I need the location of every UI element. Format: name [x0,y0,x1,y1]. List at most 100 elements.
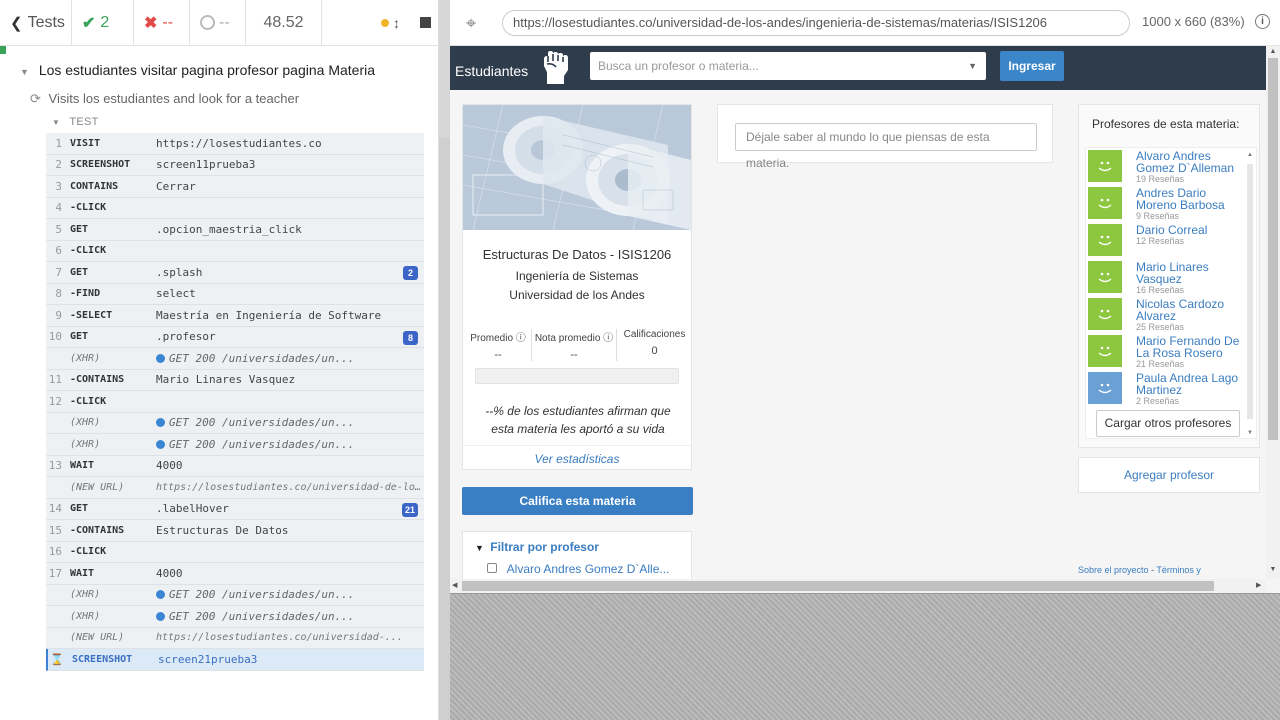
command-row[interactable]: 2 SCREENSHOT screen11prueba3 [46,154,424,176]
page-horizontal-scrollbar[interactable]: ◀ ▶ [450,579,1266,593]
avatar[interactable] [1088,261,1122,293]
scroll-left-icon[interactable]: ◀ [452,581,457,589]
command-row[interactable]: 15 -CONTAINS Estructuras De Datos [46,520,424,542]
command-number: 11 [48,373,62,387]
review-count: 2 Reseñas [1136,396,1180,406]
command-message: .splash [156,265,203,279]
review-count: 16 Reseñas [1136,285,1185,295]
filter-toggle[interactable]: ▼ Filtrar por profesor [475,540,599,554]
command-row[interactable]: 17 WAIT 4000 [46,563,424,585]
scrollbar-thumb[interactable] [462,581,1214,591]
load-more-professors-button[interactable]: Cargar otros profesores [1096,410,1240,437]
checkbox[interactable] [487,563,497,573]
stat-nota-promedio: Nota promedio ⓘ -- [531,329,617,361]
comment-input[interactable]: Déjale saber al mundo lo que piensas de … [735,123,1037,170]
command-row[interactable]: 8 -FIND select [46,283,424,305]
scrollbar-thumb[interactable] [1247,164,1253,419]
command-row[interactable]: 16 -CLICK [46,541,424,563]
scroll-right-icon[interactable]: ▶ [1256,581,1261,589]
site-brand[interactable]: Estudiantes [455,63,528,79]
stat-label: Calificaciones [623,329,686,340]
command-row[interactable]: ⌛ SCREENSHOT screen21prueba3 [46,649,424,671]
command-row[interactable]: 9 -SELECT Maestría en Ingeniería de Softwa… [46,305,424,327]
professor-name[interactable]: Paula Andrea Lago Martinez [1136,371,1238,397]
info-circle-icon[interactable]: ⓘ [603,333,613,344]
professor-name[interactable]: Alvaro Andres Gomez D`Alleman [1136,149,1234,175]
professors-card: Profesores de esta materia: Alvaro Andre… [1078,104,1260,448]
element-count-badge: 8 [403,330,418,345]
page-vertical-scrollbar[interactable]: ▲ ▼ [1266,46,1280,579]
stop-icon[interactable] [420,17,431,28]
command-row[interactable]: 5 GET .opcion_maestria_click [46,219,424,241]
professor-name[interactable]: Andres Dario Moreno Barbosa [1136,186,1225,212]
command-number: 13 [48,459,62,473]
command-row[interactable]: 13 WAIT 4000 [46,455,424,477]
command-message: Estructuras De Datos [156,523,289,537]
professor-name[interactable]: Mario Linares Vasquez [1136,260,1209,286]
suite-title[interactable]: ▼ Los estudiantes visitar pagina profeso… [20,62,375,78]
command-name: (XHR) [70,589,101,601]
command-row[interactable]: 6 -CLICK [46,240,424,262]
avatar[interactable] [1088,224,1122,256]
terms-link[interactable]: Términos y [1156,565,1201,575]
command-message: https://losestudiantes.co/universidad-..… [156,632,403,644]
about-link[interactable]: Sobre el proyecto [1078,565,1149,575]
test-title[interactable]: ⟳ Visits los estudiantes and look for a … [30,91,299,107]
fist-logo-icon[interactable] [538,50,572,86]
command-row[interactable]: (XHR) GET 200 /universidades/un... [46,348,424,370]
command-row[interactable]: 12 -CLICK [46,391,424,413]
reporter-scrollbar-thumb[interactable] [439,138,450,720]
command-row[interactable]: 11 -CONTAINS Mario Linares Vasquez [46,369,424,391]
avatar[interactable] [1088,187,1122,219]
avatar[interactable] [1088,150,1122,182]
aut-header: ⌖ https://losestudiantes.co/universidad-… [450,0,1280,46]
selector-playground-icon[interactable]: ⌖ [466,13,476,34]
login-button[interactable]: Ingresar [1000,51,1064,81]
pending-value: -- [219,13,230,31]
professor-name[interactable]: Mario Fernando De La Rosa Rosero [1136,334,1239,360]
info-icon[interactable]: i [1255,14,1270,29]
aut-url[interactable]: https://losestudiantes.co/universidad-de… [502,10,1130,36]
auto-scroll-toggle[interactable]: ↕ [381,15,400,31]
command-row[interactable]: (XHR) GET 200 /universidades/un... [46,606,424,628]
scroll-down-icon[interactable]: ▼ [1266,566,1280,573]
command-row[interactable]: 14 GET .labelHover 21 [46,498,424,520]
command-row[interactable]: (XHR) GET 200 /universidades/un... [46,412,424,434]
avatar[interactable] [1088,298,1122,330]
command-row[interactable]: 7 GET .splash 2 [46,262,424,284]
command-row[interactable]: 3 CONTAINS Cerrar [46,176,424,198]
tests-button[interactable]: ❮ Tests [0,0,72,46]
suite-title-text: Los estudiantes visitar pagina profesor … [38,62,376,78]
command-name: -CONTAINS [70,374,125,386]
command-row[interactable]: (XHR) GET 200 /universidades/un... [46,434,424,456]
professors-scrollbar[interactable]: ▲ ▼ [1246,152,1254,436]
panel-resizer[interactable] [439,0,450,720]
command-row[interactable]: (XHR) GET 200 /universidades/un... [46,584,424,606]
view-stats-link[interactable]: Ver estadísticas [463,445,691,466]
info-circle-icon[interactable]: ⓘ [516,333,526,344]
command-row[interactable]: (NEW URL) https://losestudiantes.co/unive… [46,477,424,499]
unused-viewport-area [450,593,1280,720]
scroll-up-icon[interactable]: ▲ [1266,48,1280,55]
scrollbar-thumb[interactable] [1268,58,1278,440]
filter-professor-option[interactable]: Alvaro Andres Gomez D`Alle... [487,562,669,576]
avatar[interactable] [1088,372,1122,404]
failed-value: -- [162,13,174,31]
avatar[interactable] [1088,335,1122,367]
test-section-header[interactable]: ▼ TEST [52,116,99,128]
rate-course-button[interactable]: Califica esta materia [462,487,693,515]
comment-card: Déjale saber al mundo lo que piensas de … [717,104,1053,170]
professor-name[interactable]: Dario Correal [1136,223,1207,237]
command-row[interactable]: 4 -CLICK [46,197,424,219]
scroll-up-icon[interactable]: ▲ [1246,152,1254,158]
search-select[interactable]: Busca un profesor o materia... ▼ [590,52,986,80]
professor-name[interactable]: Nicolas Cardozo Alvarez [1136,297,1224,323]
command-row[interactable]: 1 VISIT https://losestudiantes.co [46,133,424,155]
command-row[interactable]: (NEW URL) https://losestudiantes.co/unive… [46,627,424,649]
command-row[interactable]: 10 GET .profesor 8 [46,326,424,348]
review-count: 21 Reseñas [1136,359,1185,369]
xhr-status-dot-icon [156,439,165,449]
scroll-down-icon[interactable]: ▼ [1246,430,1254,436]
add-professor-button[interactable]: Agregar profesor [1078,457,1260,493]
blueprint-illustration [463,105,691,230]
